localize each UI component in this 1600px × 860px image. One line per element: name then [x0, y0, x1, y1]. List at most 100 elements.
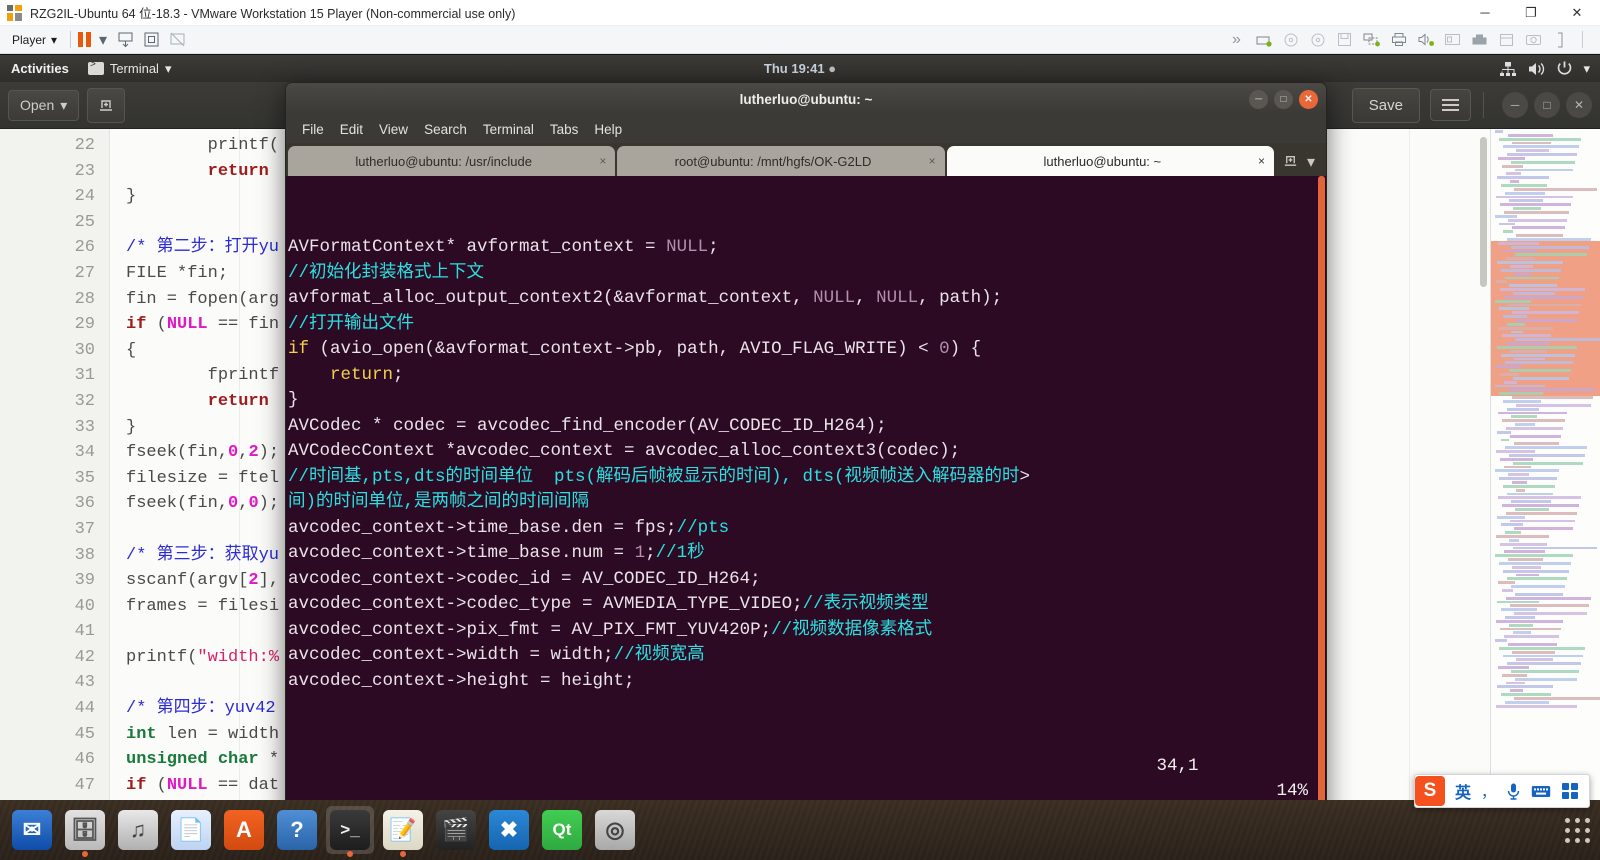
terminal-menu-edit[interactable]: Edit — [332, 120, 371, 139]
expand-icon[interactable]: » — [1224, 29, 1249, 51]
new-document-icon — [97, 95, 115, 116]
activities-button[interactable]: Activities — [0, 61, 80, 76]
network-icon[interactable] — [1359, 29, 1384, 51]
terminal-menu-file[interactable]: File — [294, 120, 332, 139]
vmware-maximize-button[interactable]: ❐ — [1508, 0, 1554, 26]
pause-icon[interactable] — [78, 32, 92, 47]
minimap-line — [1513, 292, 1555, 295]
close-icon[interactable]: × — [929, 154, 936, 168]
gedit-close-button[interactable]: ✕ — [1566, 92, 1592, 118]
minimap-line — [1514, 527, 1573, 530]
terminal-scrollbar[interactable] — [1317, 176, 1326, 836]
terminal-tab-1[interactable]: root@ubuntu: /mnt/hgfs/OK-G2LD × — [617, 146, 945, 176]
camera-icon[interactable] — [1521, 29, 1546, 51]
terminal-titlebar: lutherluo@ubuntu: ~ ─ □ ✕ — [285, 82, 1327, 115]
ime-punctuation-toggle[interactable]: ， — [1481, 781, 1496, 802]
detach-icon[interactable] — [164, 29, 190, 51]
new-document-button[interactable] — [87, 87, 126, 123]
line-number: 22 — [74, 136, 95, 155]
dock-item-libreoffice-writer[interactable]: 📄 — [167, 806, 215, 854]
dock-item-camera[interactable]: ◎ — [591, 806, 639, 854]
minimap-line — [1503, 145, 1579, 148]
removable-icon[interactable] — [1494, 29, 1519, 51]
printer-icon[interactable] — [1386, 29, 1411, 51]
dock-item-ubuntu-software[interactable]: A — [220, 806, 268, 854]
sogou-logo-icon[interactable]: S — [1414, 776, 1445, 806]
harddisk-icon[interactable] — [1251, 29, 1276, 51]
line-number: 38 — [74, 545, 95, 565]
minimap-line — [1515, 678, 1577, 681]
gedit-scrollbar[interactable] — [1480, 137, 1487, 287]
vmware-device-status-icons: » — [1224, 29, 1594, 51]
dock-item-qt-creator[interactable]: Qt — [538, 806, 586, 854]
vmware-close-button[interactable]: ✕ — [1554, 0, 1600, 26]
open-button[interactable]: Open ▾ — [8, 89, 80, 121]
new-tab-icon[interactable] — [1282, 151, 1299, 173]
dock-item-thunderbird[interactable]: ✉ — [8, 806, 56, 854]
minimap-line — [1503, 230, 1513, 233]
minimap-line — [1510, 604, 1589, 607]
clock[interactable]: Thu 19:41 ● — [0, 61, 1600, 76]
sidebar-icon[interactable] — [1548, 29, 1573, 51]
close-icon[interactable]: × — [1258, 154, 1265, 168]
sound-icon[interactable] — [1413, 29, 1438, 51]
terminal-menu-help[interactable]: Help — [586, 120, 630, 139]
dock-item-terminal[interactable]: >_ — [326, 806, 374, 857]
terminal-screen[interactable]: AVFormatContext* avformat_context = NULL… — [285, 176, 1327, 837]
dock-item-help[interactable]: ? — [273, 806, 321, 854]
gedit-maximize-button[interactable]: □ — [1534, 92, 1560, 118]
terminal-minimize-button[interactable]: ─ — [1249, 89, 1268, 109]
terminal-menu-view[interactable]: View — [371, 120, 416, 139]
pause-dropdown-icon[interactable]: ▾ — [94, 29, 112, 51]
dock-item-rhythmbox[interactable]: ♫ — [114, 806, 162, 854]
app-menu-button[interactable]: Terminal ▾ — [80, 60, 180, 77]
minimap-line — [1506, 512, 1577, 515]
keyboard-icon[interactable] — [1531, 784, 1551, 799]
minimap-line — [1509, 369, 1571, 372]
system-tray[interactable]: ▾ — [1499, 60, 1600, 77]
line-number: 30 — [74, 340, 95, 360]
dock-item-text-editor[interactable]: 📝 — [379, 806, 427, 857]
close-icon[interactable]: × — [599, 154, 606, 168]
floppy-icon[interactable] — [1332, 29, 1357, 51]
terminal-menu-search[interactable]: Search — [416, 120, 475, 139]
terminal-tab-2[interactable]: lutherluo@ubuntu: ~ × — [946, 146, 1274, 176]
minimap-line — [1507, 153, 1577, 156]
cd-drive-icon[interactable] — [1278, 29, 1303, 51]
hamburger-icon[interactable] — [1430, 89, 1471, 121]
usb-icon[interactable] — [1467, 29, 1492, 51]
terminal-menu-terminal[interactable]: Terminal — [475, 120, 542, 139]
vmware-minimize-button[interactable]: ─ — [1462, 0, 1508, 26]
cd-drive2-icon[interactable] — [1305, 29, 1330, 51]
player-menu-button[interactable]: Player ▾ — [6, 31, 63, 49]
minimap-line — [1514, 442, 1559, 445]
smartcard-icon[interactable] — [1440, 29, 1465, 51]
minimap-line — [1502, 419, 1565, 422]
terminal-menu-tabs[interactable]: Tabs — [542, 120, 587, 139]
dock-item-files[interactable]: 🗄 — [61, 806, 109, 857]
minimap-line — [1496, 620, 1563, 623]
terminal-tab-0[interactable]: lutherluo@ubuntu: /usr/include × — [288, 146, 616, 176]
show-applications-button[interactable] — [1565, 817, 1600, 843]
microphone-icon[interactable] — [1506, 782, 1521, 800]
minimap-line — [1511, 585, 1565, 588]
save-button[interactable]: Save — [1351, 87, 1420, 123]
ime-mode-label[interactable]: 英 — [1455, 779, 1471, 803]
terminal-close-button[interactable]: ✕ — [1299, 89, 1318, 109]
tab-list-chevron-icon[interactable]: ▾ — [1307, 152, 1315, 172]
minimap-line — [1515, 508, 1549, 511]
minimap-line — [1499, 392, 1543, 395]
minimap-line — [1516, 319, 1577, 322]
dock-item-vscode[interactable]: ✖ — [485, 806, 533, 854]
toolbox-icon[interactable] — [1561, 782, 1579, 800]
minimap-line — [1500, 288, 1585, 291]
gedit-minimap[interactable] — [1490, 129, 1600, 830]
minimap-line — [1505, 616, 1535, 619]
dock-item-video[interactable]: 🎬 — [432, 806, 480, 854]
terminal-maximize-button[interactable]: □ — [1274, 89, 1293, 109]
unity-mode-icon[interactable] — [112, 29, 138, 51]
fullscreen-icon[interactable] — [138, 29, 164, 51]
minimap-line — [1516, 234, 1563, 237]
gedit-minimize-button[interactable]: ─ — [1502, 92, 1528, 118]
terminal-line: avcodec_context->time_base.num = 1;//1秒 — [288, 543, 705, 563]
